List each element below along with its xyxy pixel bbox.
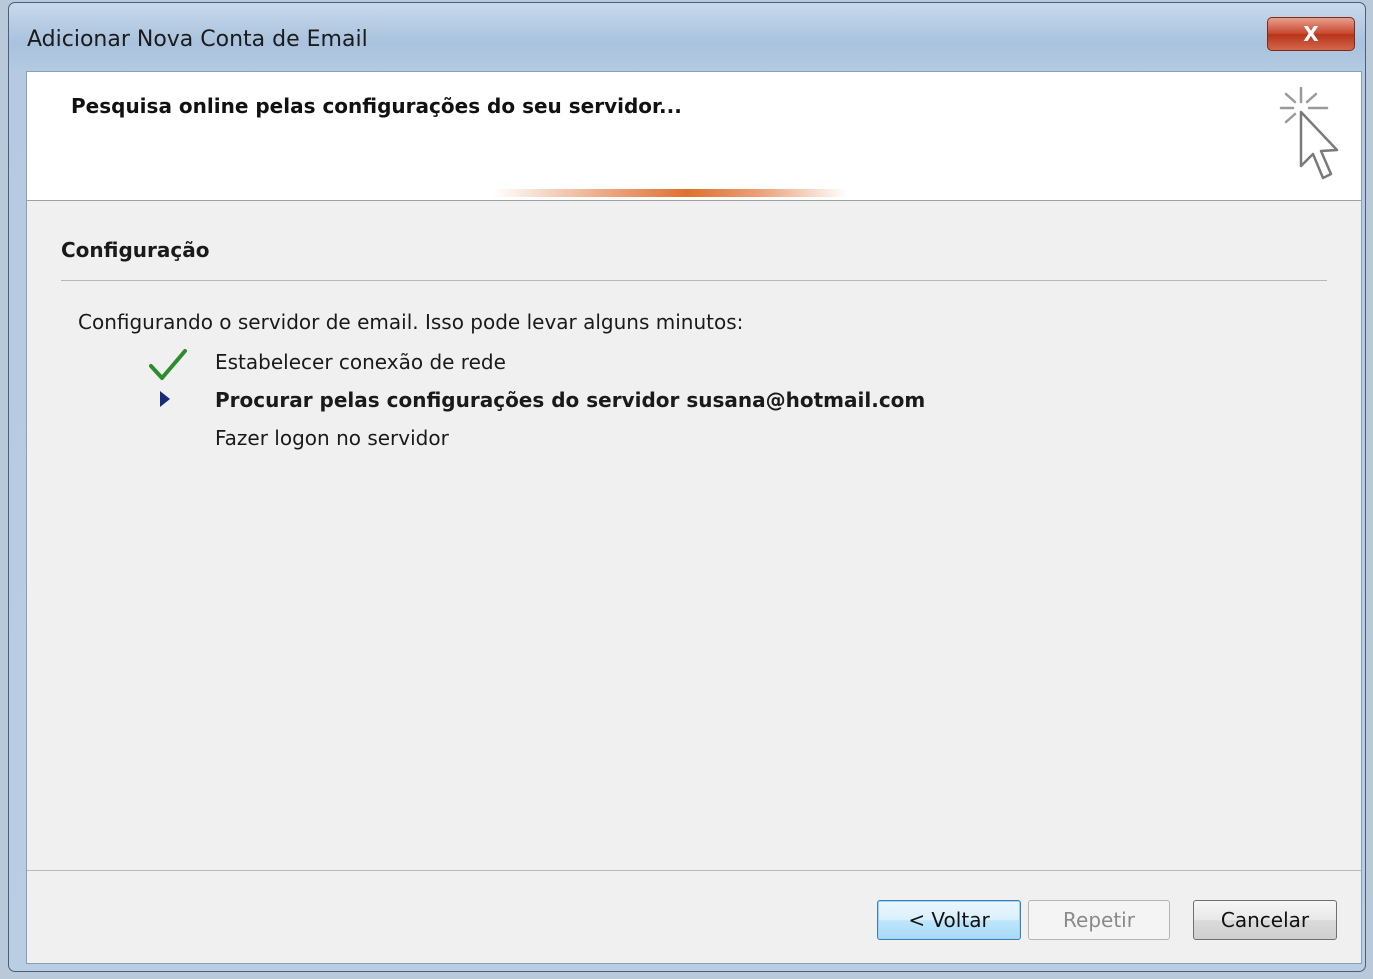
- section-divider: [61, 280, 1327, 281]
- close-button[interactable]: X: [1267, 17, 1355, 51]
- dialog-content: Pesquisa online pelas configurações do s…: [26, 71, 1362, 964]
- header-band: Pesquisa online pelas configurações do s…: [27, 72, 1361, 201]
- arrow-icon: [160, 391, 170, 407]
- back-button[interactable]: < Voltar: [877, 900, 1021, 940]
- section-title: Configuração: [61, 238, 210, 262]
- searching-cursor-icon: [1279, 86, 1339, 180]
- footer-divider: [27, 870, 1361, 871]
- step-connect: Estabelecer conexão de rede: [215, 350, 506, 374]
- header-title: Pesquisa online pelas configurações do s…: [71, 94, 682, 118]
- close-icon: X: [1303, 22, 1319, 46]
- search-progress-strip: [493, 189, 847, 197]
- retry-button[interactable]: Repetir: [1028, 900, 1170, 940]
- intro-text: Configurando o servidor de email. Isso p…: [78, 310, 744, 334]
- cancel-button[interactable]: Cancelar: [1193, 900, 1337, 940]
- dialog-window: Adicionar Nova Conta de Email X Pesquisa…: [8, 2, 1366, 972]
- step-search-settings: Procurar pelas configurações do servidor…: [215, 388, 926, 412]
- window-title: Adicionar Nova Conta de Email: [27, 27, 368, 52]
- check-icon: [149, 349, 187, 380]
- step-logon: Fazer logon no servidor: [215, 426, 449, 450]
